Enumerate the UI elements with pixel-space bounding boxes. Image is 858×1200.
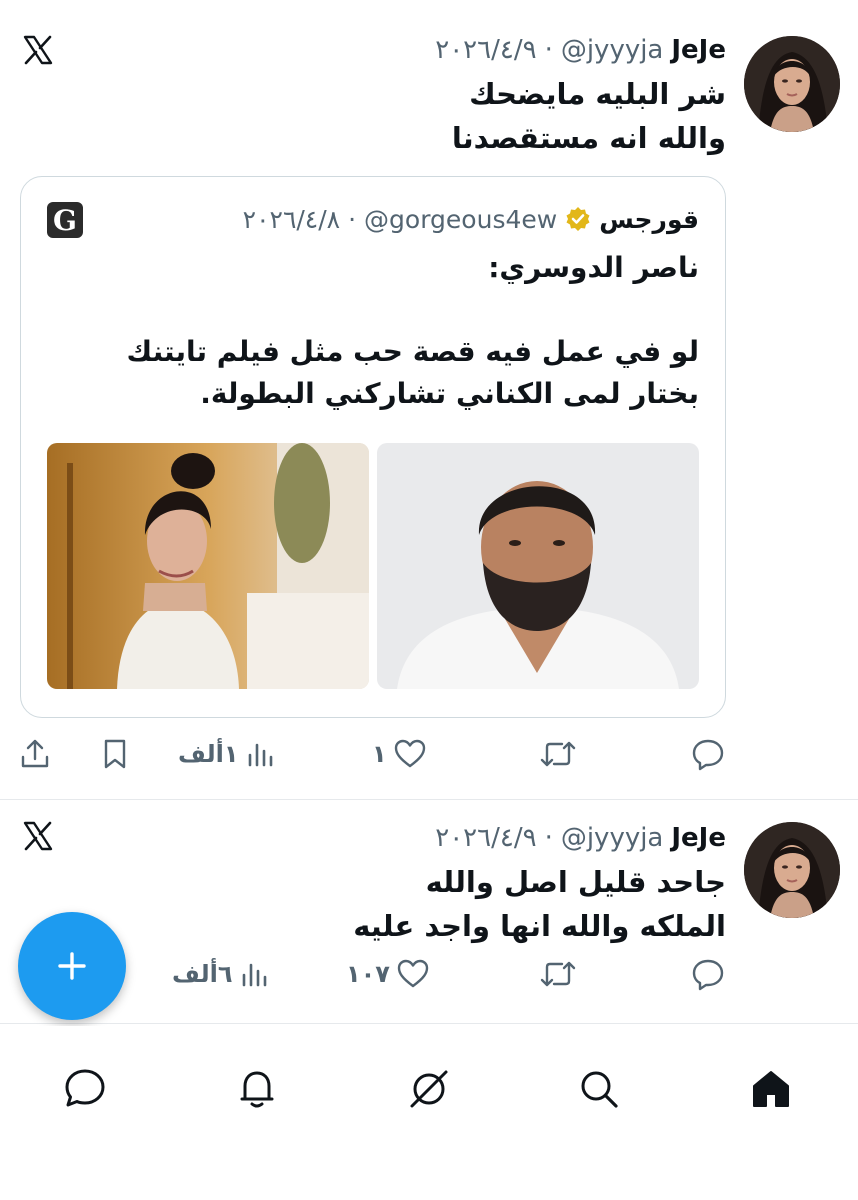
reply-button[interactable]	[690, 952, 726, 996]
share-button[interactable]	[18, 732, 52, 776]
quote-avatar[interactable]: G	[47, 202, 83, 238]
avatar[interactable]	[744, 36, 840, 132]
like-count: ١٠٧	[346, 960, 390, 988]
reply-icon	[692, 959, 724, 991]
views-count: ٦ألف	[172, 960, 233, 988]
display-name[interactable]: JeJe	[671, 823, 726, 853]
tweet-text-line: والله انه مستقصدنا	[451, 121, 726, 155]
search-icon	[581, 1071, 618, 1108]
quote-media	[47, 443, 699, 689]
nav-home[interactable]	[744, 1062, 798, 1116]
media-image-woman[interactable]	[47, 443, 369, 689]
home-icon	[753, 1071, 789, 1107]
quoted-tweet[interactable]: قورجس @gorgeous4ew · ٢٠٢٦/٤/٨ G ناصر الد…	[20, 176, 726, 718]
quote-display-name[interactable]: قورجس	[599, 205, 699, 234]
tweet-text: شر البليه مايضحك والله انه مستقصدنا	[126, 72, 726, 160]
x-timeline: JeJe @jyyyja · ٢٠٢٦/٤/٩ شر البليه مايضحك…	[0, 0, 858, 1200]
media-image-man[interactable]	[377, 443, 699, 689]
retweet-icon	[540, 741, 576, 767]
messages-icon	[65, 1069, 105, 1107]
views-icon	[243, 963, 267, 987]
heart-icon	[394, 739, 425, 768]
like-button[interactable]: ١٠٧	[346, 952, 430, 996]
views-button[interactable]: ٦ألف	[172, 952, 272, 996]
avatar[interactable]	[744, 822, 840, 918]
like-count: ١	[372, 740, 387, 768]
tweet-header: JeJe @jyyyja · ٢٠٢٦/٤/٩	[435, 818, 726, 858]
views-icon	[249, 743, 273, 767]
quote-text-line: لو في عمل فيه قصة حب مثل فيلم تايتنك	[126, 335, 699, 368]
tweet-text-line: الملكه والله انها واجد عليه	[353, 909, 726, 943]
retweet-icon	[540, 961, 576, 987]
nav-search[interactable]	[572, 1062, 626, 1116]
handle[interactable]: @jyyyja	[561, 35, 664, 65]
quote-handle[interactable]: @gorgeous4ew	[364, 205, 557, 234]
tweet[interactable]: JeJe @jyyyja · ٢٠٢٦/٤/٩ شر البليه مايضحك…	[0, 0, 858, 800]
nav-grok[interactable]	[402, 1062, 456, 1116]
tweet-text: جاحد قليل اصل والله الملكه والله انها وا…	[126, 860, 726, 948]
tweet-text-line: شر البليه مايضحك	[469, 77, 726, 111]
separator: ·	[544, 35, 553, 65]
reply-icon	[692, 739, 724, 771]
nav-messages[interactable]	[58, 1062, 112, 1116]
separator: ·	[544, 823, 553, 853]
quote-header: قورجس @gorgeous4ew · ٢٠٢٦/٤/٨	[243, 199, 699, 239]
retweet-button[interactable]	[538, 952, 578, 996]
notifications-icon	[240, 1071, 274, 1108]
plus-icon	[58, 952, 86, 980]
quote-text-line: ناصر الدوسري:	[488, 251, 699, 284]
x-logo-icon[interactable]	[22, 820, 54, 856]
separator: ·	[348, 204, 357, 234]
nav-notifications[interactable]	[230, 1062, 284, 1116]
timestamp[interactable]: ٢٠٢٦/٤/٩	[435, 35, 536, 65]
tweet-text-line: جاحد قليل اصل والله	[425, 865, 726, 899]
grok-icon	[410, 1070, 448, 1108]
tweet-header: JeJe @jyyyja · ٢٠٢٦/٤/٩	[435, 30, 726, 70]
retweet-button[interactable]	[538, 732, 578, 776]
bookmark-icon	[104, 739, 126, 769]
x-logo-icon[interactable]	[22, 34, 54, 70]
quote-text-line: بختار لمى الكناني تشاركني البطولة.	[200, 377, 699, 410]
quote-text-line	[49, 289, 699, 331]
compose-button[interactable]	[18, 912, 126, 1020]
views-count: ١ألف	[178, 740, 239, 768]
display-name[interactable]: JeJe	[671, 35, 726, 65]
bookmark-button[interactable]	[98, 732, 132, 776]
timestamp[interactable]: ٢٠٢٦/٤/٩	[435, 823, 536, 853]
bottom-navigation	[0, 1026, 858, 1200]
quote-timestamp[interactable]: ٢٠٢٦/٤/٨	[243, 205, 340, 234]
verified-badge-icon	[565, 206, 591, 232]
like-button[interactable]: ١	[372, 732, 427, 776]
tweet[interactable]: JeJe @jyyyja · ٢٠٢٦/٤/٩ جاحد قليل اصل وا…	[0, 800, 858, 1024]
heart-icon	[397, 959, 429, 988]
handle[interactable]: @jyyyja	[561, 823, 664, 853]
quote-text: ناصر الدوسري: لو في عمل فيه قصة حب مثل ف…	[49, 247, 699, 415]
share-icon	[21, 739, 49, 768]
views-button[interactable]: ١ألف	[178, 732, 278, 776]
reply-button[interactable]	[690, 732, 726, 776]
tweet-actions: ٦ألف ١٠٧	[0, 952, 858, 996]
tweet-actions: ١ألف ١	[0, 732, 858, 776]
